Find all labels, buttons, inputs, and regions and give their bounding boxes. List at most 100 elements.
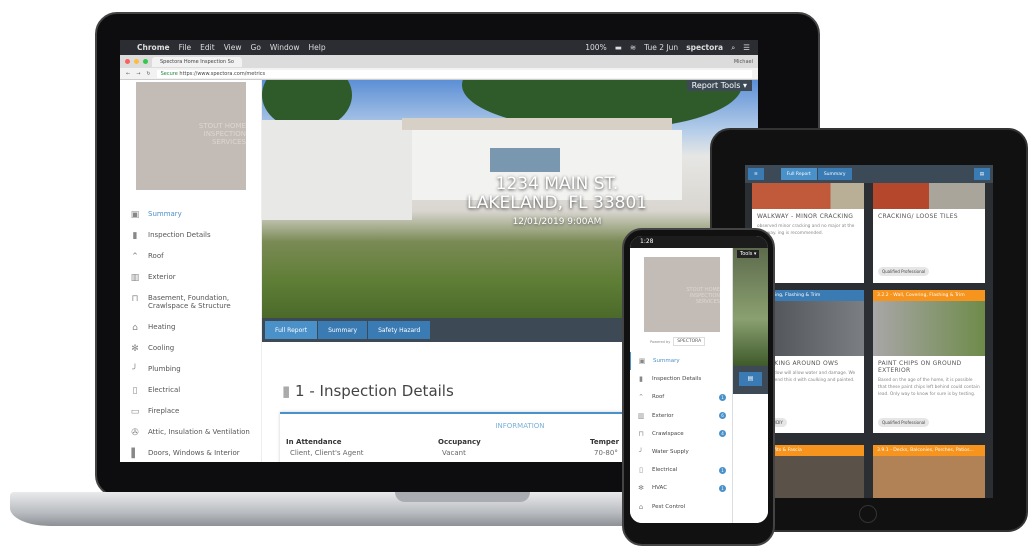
browser-tabbar: Spectora Home Inspection So Michael bbox=[120, 55, 758, 68]
search-icon[interactable]: ⌕ bbox=[731, 43, 735, 53]
tab-summary[interactable]: Summary bbox=[817, 168, 852, 180]
sidebar-item-summary[interactable]: ▣ Summary bbox=[122, 210, 261, 231]
sidebar-nav: ▣ Summary ▮ Inspection Details ⌃ Roof ▥ Exterio… bbox=[122, 210, 261, 462]
mac-menubar: Chrome File Edit View Go Window Help 100… bbox=[120, 40, 758, 55]
nav-label: Electrical bbox=[652, 467, 678, 474]
field-label: Occupancy bbox=[438, 438, 481, 446]
phone-nav-item-electrical[interactable]: ▯ Electrical 1 bbox=[630, 461, 732, 479]
contractor-chip: Qualified Professional bbox=[878, 418, 930, 427]
forward-icon[interactable]: → bbox=[136, 71, 140, 77]
sidebar-item-doors-windows-interior[interactable]: ▌ Doors, Windows & Interior bbox=[122, 449, 261, 462]
tab-full-report[interactable]: Full Report bbox=[780, 168, 817, 180]
phone-screen: 1:28 Tools ▾ ▤ STOUT HOME INSPECTION SER… bbox=[630, 236, 768, 523]
tab-full-report[interactable]: Full Report bbox=[265, 321, 318, 339]
menu-edit[interactable]: Edit bbox=[200, 43, 215, 52]
field-in-attendance: In Attendance Client, Client's Agent bbox=[286, 438, 364, 457]
clipboard-icon: ▮ bbox=[639, 375, 643, 384]
spectora-logo: SPECTORA bbox=[673, 337, 706, 346]
sidebar-item-exterior[interactable]: ▥ Exterior bbox=[122, 273, 261, 294]
field-value: 70-80° bbox=[594, 449, 618, 457]
browser-profile[interactable]: Michael bbox=[734, 59, 753, 65]
powered-by-text: Powered by bbox=[650, 339, 671, 344]
sidebar-item-label: Heating bbox=[148, 323, 176, 331]
sidebar-item-fireplace[interactable]: ▭ Fireplace bbox=[122, 407, 261, 428]
phone-nav-item-inspection-details[interactable]: ▮ Inspection Details bbox=[630, 370, 732, 388]
card-title: WALKWAY - MINOR CRACKING bbox=[757, 213, 854, 220]
sidebar-item-label: Cooling bbox=[148, 344, 175, 352]
hero-address: 1234 MAIN ST. LAKELAND, FL 33801 12/01/2… bbox=[382, 175, 732, 232]
tablet-toolbar: ≡ Full Report Summary ▤ bbox=[745, 165, 993, 183]
window bbox=[490, 148, 560, 172]
defect-card[interactable]: CRACKING/ LOOSE TILES Qualified Professi… bbox=[873, 183, 985, 283]
phone-nav-item-crawlspace[interactable]: ⊓ Crawlspace 4 bbox=[630, 425, 732, 443]
sidebar-item-label: Electrical bbox=[148, 386, 181, 394]
sidebar-item-label: Basement, Foundation, Crawlspace & Struct… bbox=[148, 294, 231, 310]
phone-nav-drawer: STOUT HOME INSPECTION SERVICES Powered b… bbox=[630, 248, 733, 523]
phone-nav-item-summary[interactable]: ▣ Summary bbox=[630, 352, 732, 371]
sidebar-item-roof[interactable]: ⌃ Roof bbox=[122, 252, 261, 273]
url-text: https://www.spectora.com/metrics bbox=[179, 70, 266, 77]
maximize-window-button[interactable] bbox=[143, 59, 148, 64]
pipe-icon: ╯ bbox=[132, 365, 138, 375]
minimize-window-button[interactable] bbox=[134, 59, 139, 64]
sidebar-item-plumbing[interactable]: ╯ Plumbing bbox=[122, 365, 261, 386]
tab-safety-hazard[interactable]: Safety Hazard bbox=[368, 321, 431, 339]
wifi-icon[interactable]: ≋ bbox=[630, 43, 636, 53]
browser-tab[interactable]: Spectora Home Inspection So bbox=[152, 56, 242, 67]
sidebar-item-cooling[interactable]: ✻ Cooling bbox=[122, 344, 261, 365]
sidebar-item-inspection-details[interactable]: ▮ Inspection Details bbox=[122, 231, 261, 252]
defect-photo bbox=[752, 183, 864, 209]
tools-button[interactable]: Tools ▾ bbox=[737, 250, 760, 258]
menu-window[interactable]: Window bbox=[270, 43, 300, 52]
card-title: PAINT CHIPS ON GROUND EXTERIOR bbox=[878, 360, 962, 374]
close-window-button[interactable] bbox=[125, 59, 130, 64]
sidebar-item-label: Roof bbox=[148, 252, 164, 260]
report-tools-button[interactable]: Report Tools ▾ bbox=[686, 80, 752, 91]
hero-image bbox=[733, 248, 768, 366]
phone-nav-item-water-supply[interactable]: ╯ Water Supply bbox=[630, 443, 732, 461]
tablet-home-button[interactable] bbox=[859, 505, 877, 523]
phone-nav-item-pest-control[interactable]: ⌂ Pest Control bbox=[630, 498, 732, 516]
menu-app[interactable]: Chrome bbox=[137, 43, 170, 52]
count-badge: 1 bbox=[719, 484, 726, 492]
card-header: 3.9.1 - Decks, Balconies, Porches, Patio… bbox=[873, 445, 985, 456]
house-icon: ⌂ bbox=[132, 323, 138, 333]
nav-label: Roof bbox=[652, 394, 665, 401]
menubar-user[interactable]: spectora bbox=[686, 43, 723, 53]
sidebar-item-label: Plumbing bbox=[148, 365, 181, 373]
defect-photo bbox=[873, 456, 985, 498]
menu-go[interactable]: Go bbox=[251, 43, 261, 52]
phone-nav-item-hvac[interactable]: ✻ HVAC 1 bbox=[630, 479, 732, 497]
pdf-icon[interactable]: ▤ bbox=[739, 372, 762, 386]
fireplace-icon: ▭ bbox=[130, 407, 140, 417]
logo-line: INSPECTION bbox=[203, 130, 246, 138]
card-text: Based on the age of the home, it is poss… bbox=[878, 378, 980, 397]
pdf-icon[interactable]: ▤ bbox=[973, 168, 990, 180]
tab-summary[interactable]: Summary bbox=[318, 321, 368, 339]
back-icon[interactable]: ← bbox=[126, 71, 130, 77]
defect-card[interactable]: 3.2.2 - Wall, Covering, Flashing & Trim … bbox=[873, 290, 985, 433]
sidebar-item-electrical[interactable]: ▯ Electrical bbox=[122, 386, 261, 407]
phone-status-bar: 1:28 bbox=[630, 236, 768, 248]
phone-nav-item-roof[interactable]: ⌃ Roof 1 bbox=[630, 388, 732, 406]
menu-button[interactable]: ≡ bbox=[748, 168, 764, 180]
sidebar-item-attic-insulation-ventilation[interactable]: ✇ Attic, Insulation & Ventilation bbox=[122, 428, 261, 449]
menu-view[interactable]: View bbox=[224, 43, 242, 52]
url-input[interactable]: Secure https://www.spectora.com/metrics bbox=[156, 69, 752, 78]
powered-by: Powered by SPECTORA bbox=[650, 337, 732, 346]
menu-file[interactable]: File bbox=[179, 43, 192, 52]
sidebar-item-basement-foundation[interactable]: ⊓ Basement, Foundation, Crawlspace & Struc… bbox=[122, 294, 261, 323]
defect-card[interactable]: 3.9.1 - Decks, Balconies, Porches, Patio… bbox=[873, 445, 985, 498]
reload-icon[interactable]: ↻ bbox=[146, 71, 150, 77]
sidebar-item-heating[interactable]: ⌂ Heating bbox=[122, 323, 261, 344]
section-title: ▮ 1 - Inspection Details bbox=[282, 382, 454, 400]
sidebar-item-label: Exterior bbox=[148, 273, 176, 281]
menubar-date[interactable]: Tue 2 Jun bbox=[644, 43, 678, 53]
nav-label: Exterior bbox=[652, 412, 674, 419]
battery-percent: 100% bbox=[585, 42, 607, 52]
list-icon[interactable]: ☰ bbox=[743, 43, 750, 53]
menu-help[interactable]: Help bbox=[309, 43, 326, 52]
snowflake-icon: ✻ bbox=[131, 344, 139, 354]
phone-nav-item-exterior[interactable]: ▥ Exterior 6 bbox=[630, 407, 732, 425]
phone-report-peek: Tools ▾ ▤ bbox=[733, 248, 768, 523]
